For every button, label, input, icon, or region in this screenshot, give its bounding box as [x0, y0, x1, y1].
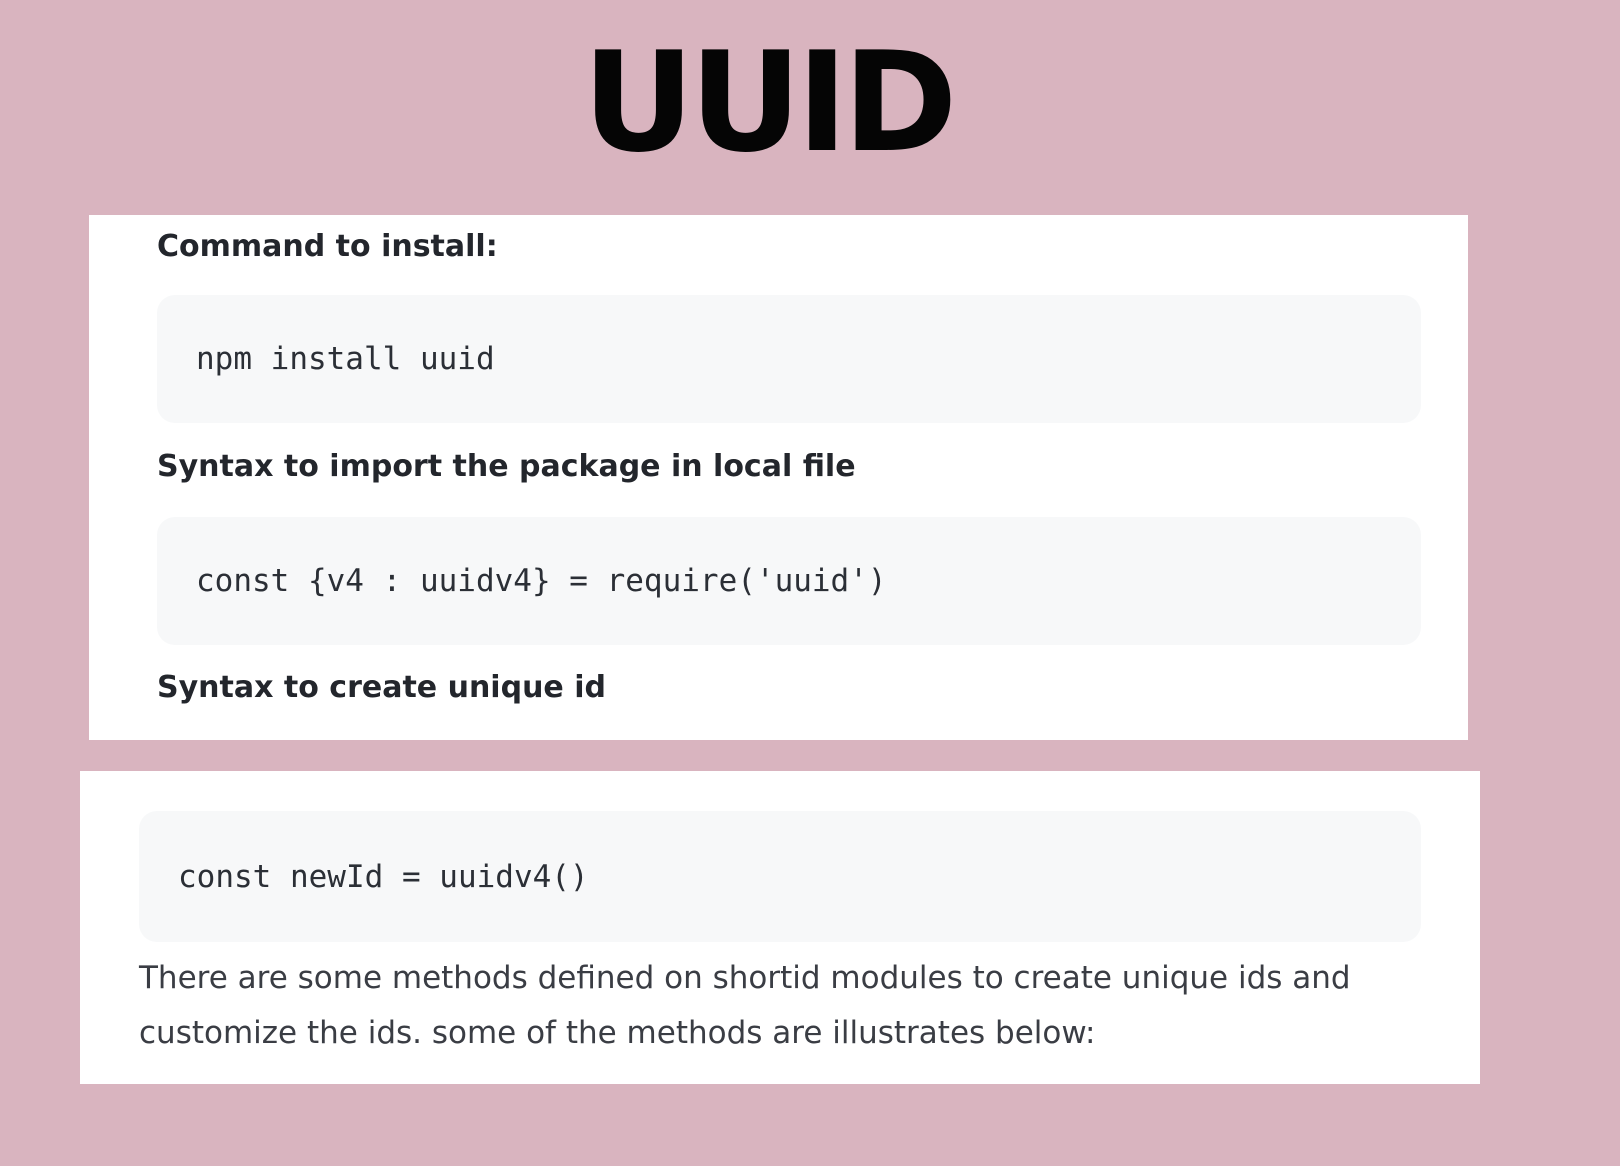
page-title: UUID	[582, 22, 957, 183]
content-panel-bottom: const newId = uuidv4() There are some me…	[80, 771, 1480, 1084]
install-command-label: Command to install:	[157, 229, 498, 264]
install-command-code-block[interactable]: npm install uuid	[157, 295, 1421, 423]
install-command-code[interactable]: npm install uuid	[196, 341, 495, 377]
import-syntax-code-block[interactable]: const {v4 : uuidv4} = require('uuid')	[157, 517, 1421, 645]
import-syntax-code[interactable]: const {v4 : uuidv4} = require('uuid')	[196, 563, 887, 599]
content-panel-top: Command to install: npm install uuid Syn…	[89, 215, 1468, 740]
import-syntax-label: Syntax to import the package in local fi…	[157, 449, 856, 484]
create-id-code[interactable]: const newId = uuidv4()	[178, 859, 589, 895]
create-id-label: Syntax to create unique id	[157, 670, 606, 705]
methods-description: There are some methods defined on shorti…	[139, 960, 1351, 1051]
create-id-code-block[interactable]: const newId = uuidv4()	[139, 811, 1421, 942]
